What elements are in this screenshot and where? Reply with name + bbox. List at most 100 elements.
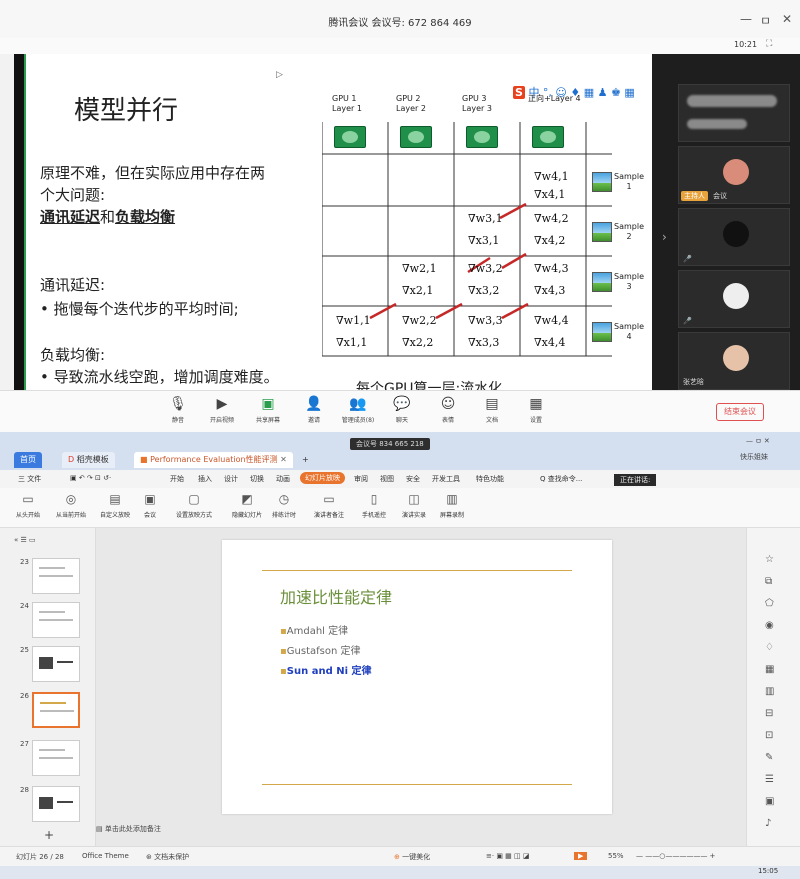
document-button[interactable]: ▤ 文档 xyxy=(472,395,512,424)
chat-icon: 💬 xyxy=(393,396,411,412)
invite-icon: 👤 xyxy=(305,396,323,412)
window-controls[interactable]: — ㅁ ✕ xyxy=(746,436,770,446)
chat-button[interactable]: 💬 聊天 xyxy=(382,395,422,424)
transform-icon[interactable]: ⊡ xyxy=(765,730,773,741)
invite-button[interactable]: 👤 邀请 xyxy=(294,395,334,424)
maximize-icon[interactable]: ㅁ xyxy=(760,12,771,29)
menu-transition[interactable]: 切换 xyxy=(250,474,264,484)
setup-show-button[interactable]: ▢ 设置放映方式 xyxy=(176,492,212,519)
screen-record-button[interactable]: ▥ 屏幕录制 xyxy=(440,492,464,519)
search-command[interactable]: Q 查找命令... xyxy=(540,474,582,484)
protect-status[interactable]: ⊛ 文档未保护 xyxy=(146,852,189,862)
view-switch-icons[interactable]: ≡· ▣ ▦ ◫ ◪ xyxy=(486,852,529,860)
members-button[interactable]: 👥 管理成员(8) xyxy=(338,395,378,424)
grad-w-label: ∇w1,1 xyxy=(336,314,371,327)
custom-show-button[interactable]: ▤ 自定义放映 xyxy=(100,492,130,519)
slide-bullet[interactable]: ▪Gustafson 定律 xyxy=(280,642,361,657)
menu-file[interactable]: 三 文件 xyxy=(18,474,41,484)
gpu-header: GPU 2 Layer 2 xyxy=(396,94,426,113)
menu-animation[interactable]: 动画 xyxy=(276,474,290,484)
menu-view[interactable]: 视图 xyxy=(380,474,394,484)
end-meeting-button[interactable]: 结束会议 xyxy=(716,403,764,421)
grad-x-label: ∇x2,1 xyxy=(402,284,434,297)
menu-features[interactable]: 特色功能 xyxy=(476,474,504,484)
mute-button[interactable]: 🎙 静音 xyxy=(158,395,198,424)
participant-tile[interactable]: 张艺晗 xyxy=(678,332,790,390)
participant-tile[interactable]: 主持人 会议 xyxy=(678,146,790,204)
select-icon[interactable]: ☆ xyxy=(765,554,774,565)
grad-w-label: ∇w4,2 xyxy=(534,212,569,225)
account-name[interactable]: 快乐姐妹 xyxy=(740,452,768,462)
rehearse-icon: ◷ xyxy=(278,492,290,506)
collapse-thumbs-icon[interactable]: « ☰ ▭ xyxy=(14,536,36,544)
slide-bullet[interactable]: ▪Amdahl 定律 xyxy=(280,622,348,637)
sample-image-icon xyxy=(592,172,612,192)
tab-home[interactable]: 首页 xyxy=(14,452,42,468)
slide-thumbnail[interactable] xyxy=(32,786,80,822)
reaction-button[interactable]: ☺ 表情 xyxy=(428,395,468,424)
zoom-level[interactable]: 55% xyxy=(608,852,624,860)
fill-icon[interactable]: ♢ xyxy=(765,642,774,653)
participant-tile[interactable]: 🎤 xyxy=(678,208,790,266)
menu-dev-tools[interactable]: 开发工具 xyxy=(432,474,460,484)
play-from-start-button[interactable]: ▭ 从头开始 xyxy=(16,492,40,519)
menu-home[interactable]: 开始 xyxy=(170,474,184,484)
slide-bullet-highlight[interactable]: ▪Sun and Ni 定律 xyxy=(280,662,372,677)
underline-comm-latency: 通讯延迟 xyxy=(40,208,101,226)
participant-tile[interactable]: 🎤 xyxy=(678,270,790,328)
shared-slide: ▷ 模型并行 原理不难，但在实际应用中存在两 个大问题: 通讯延迟和负载均衡 通… xyxy=(24,54,652,390)
zoom-slider[interactable]: — ——○—————— + xyxy=(636,852,715,860)
meeting-button[interactable]: ▣ 会议 xyxy=(142,492,158,519)
slide-thumbnail[interactable] xyxy=(32,602,80,638)
tab-templates[interactable]: D 稻壳模板 xyxy=(62,452,115,468)
fullscreen-icon[interactable]: ⛶ xyxy=(766,39,772,49)
shape-icon[interactable]: ⬠ xyxy=(765,598,774,609)
audio-icon[interactable]: ♪ xyxy=(765,818,771,829)
new-tab-button[interactable]: + xyxy=(296,452,315,468)
edit-icon[interactable]: ✎ xyxy=(765,752,773,763)
play-slideshow-button[interactable]: ▶ xyxy=(574,852,588,860)
slide-text-line: 通讯延迟: xyxy=(40,276,106,294)
tab-presentation[interactable]: ■ Performance Evaluation性能评测 ✕ xyxy=(134,452,293,468)
slide-thumbnail[interactable] xyxy=(32,740,80,776)
chart-icon[interactable]: ▥ xyxy=(765,686,774,697)
slide-thumbnail[interactable] xyxy=(32,558,80,594)
menu-insert[interactable]: 插入 xyxy=(198,474,212,484)
ime-toolbar[interactable]: S 中 °, ☺ ♦ ▦ ♟ ♚ ▦ xyxy=(513,84,635,100)
settings-button[interactable]: ▦ 设置 xyxy=(516,395,556,424)
current-slide[interactable]: 加速比性能定律 ▪Amdahl 定律 ▪Gustafson 定律 ▪Sun an… xyxy=(222,540,612,814)
slide-thumbnail[interactable] xyxy=(32,646,80,682)
video-button[interactable]: ▶ 开启视频 xyxy=(202,395,242,424)
close-tab-icon[interactable]: ✕ xyxy=(280,455,287,464)
list-icon[interactable]: ☰ xyxy=(765,774,774,785)
live-record-button[interactable]: ◫ 演讲实录 xyxy=(402,492,426,519)
layout-icon[interactable]: ⊟ xyxy=(765,708,773,719)
participant-tile[interactable] xyxy=(678,84,790,142)
beautify-button[interactable]: ⊕ 一键美化 xyxy=(394,852,430,862)
meeting-window: 腾讯会议 会议号: 672 864 469 — ㅁ ✕ 10:21 ⛶ ▷ 模型… xyxy=(0,0,800,432)
collapse-panel-icon[interactable]: › xyxy=(662,230,667,244)
grid-icon[interactable]: ▦ xyxy=(765,664,774,675)
menu-design[interactable]: 设计 xyxy=(224,474,238,484)
slide-title[interactable]: 加速比性能定律 xyxy=(280,584,392,608)
play-current-button[interactable]: ◎ 从当前开始 xyxy=(56,492,86,519)
menu-security[interactable]: 安全 xyxy=(406,474,420,484)
rehearse-button[interactable]: ◷ 排练计时 xyxy=(272,492,296,519)
image-icon[interactable]: ▣ xyxy=(765,796,774,807)
quick-access-icons[interactable]: ▣ ↶ ↷ ⊡ ↺· xyxy=(70,474,111,482)
location-icon[interactable]: ◉ xyxy=(765,620,774,631)
phone-remote-button[interactable]: ▯ 手机遥控 xyxy=(362,492,386,519)
menu-slideshow[interactable]: 幻灯片放映 xyxy=(300,472,345,484)
sogou-ime-icon[interactable]: S xyxy=(513,86,525,99)
presenter-notes-button[interactable]: ▭ 演讲者备注 xyxy=(314,492,344,519)
hide-slide-button[interactable]: ◩ 隐藏幻灯片 xyxy=(232,492,262,519)
wps-tab-bar: 会议号 834 665 218 首页 D 稻壳模板 ■ Performance … xyxy=(0,432,800,470)
notes-bar[interactable]: ▤ 单击此处添加备注 xyxy=(96,824,396,838)
menu-review[interactable]: 审阅 xyxy=(354,474,368,484)
minimize-icon[interactable]: — xyxy=(740,12,752,26)
share-screen-button[interactable]: ▣ 共享屏幕 xyxy=(248,395,288,424)
close-icon[interactable]: ✕ xyxy=(782,12,792,26)
add-slide-button[interactable]: + xyxy=(44,828,54,842)
copy-icon[interactable]: ⧉ xyxy=(765,576,772,587)
slide-thumbnail-selected[interactable] xyxy=(32,692,80,728)
